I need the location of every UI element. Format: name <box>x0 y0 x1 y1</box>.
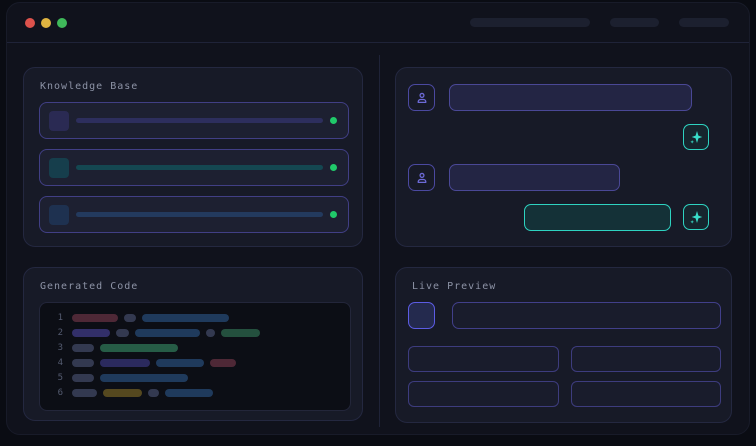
navbar <box>470 18 729 27</box>
code-token <box>116 329 129 337</box>
sparkle-icon <box>688 129 704 145</box>
line-number: 5 <box>49 373 63 383</box>
line-number: 1 <box>49 313 63 323</box>
user-message-bubble <box>449 84 692 111</box>
code-line: 4 <box>40 355 350 370</box>
window-titlebar <box>7 3 749 43</box>
nav-pill[interactable] <box>679 18 729 27</box>
preview-header-bar <box>452 302 721 329</box>
status-dot <box>330 117 337 124</box>
code-line: 3 <box>40 340 350 355</box>
source-icon <box>49 111 69 131</box>
user-avatar <box>408 164 435 191</box>
knowledge-base-list <box>39 102 349 233</box>
preview-card <box>571 346 721 372</box>
preview-card <box>408 346 559 372</box>
column-divider <box>379 55 380 427</box>
close-button[interactable] <box>25 18 35 28</box>
code-token <box>103 389 142 397</box>
code-token <box>206 329 215 337</box>
code-line: 5 <box>40 370 350 385</box>
code-token <box>100 344 178 352</box>
code-token <box>148 389 159 397</box>
code-token <box>72 374 94 382</box>
preview-card <box>571 381 721 407</box>
generate-button[interactable] <box>683 124 709 150</box>
line-number: 3 <box>49 343 63 353</box>
line-number: 4 <box>49 358 63 368</box>
nav-pill[interactable] <box>610 18 659 27</box>
code-token <box>72 329 110 337</box>
minimize-button[interactable] <box>41 18 51 28</box>
user-avatar <box>408 84 435 111</box>
progress-bar <box>76 118 323 123</box>
assistant-chat-panel <box>395 67 732 247</box>
assistant-reply-bubble <box>524 204 671 231</box>
code-token <box>135 329 200 337</box>
generated-code-panel: Generated Code 1 2 3 4 5 6 <box>23 267 363 421</box>
code-token <box>210 359 236 367</box>
nav-pill[interactable] <box>470 18 590 27</box>
live-preview-panel: Live Preview <box>395 267 732 423</box>
user-icon <box>415 171 429 185</box>
maximize-button[interactable] <box>57 18 67 28</box>
generate-button[interactable] <box>683 204 709 230</box>
code-line: 2 <box>40 325 350 340</box>
app-window: Knowledge Base Generated Code 1 2 3 4 5 6 <box>6 2 750 435</box>
panel-title: Generated Code <box>40 281 138 292</box>
status-dot <box>330 211 337 218</box>
code-line: 6 <box>40 385 350 400</box>
code-token <box>72 389 97 397</box>
code-token <box>72 314 118 322</box>
code-token <box>72 344 94 352</box>
sparkle-icon <box>688 209 704 225</box>
code-token <box>72 359 94 367</box>
source-icon <box>49 205 69 225</box>
knowledge-source-item[interactable] <box>39 149 349 186</box>
user-message-bubble <box>449 164 620 191</box>
preview-logo-square <box>408 302 435 329</box>
code-token <box>156 359 204 367</box>
code-line: 1 <box>40 310 350 325</box>
progress-bar <box>76 212 323 217</box>
code-token <box>124 314 136 322</box>
code-editor: 1 2 3 4 5 6 <box>39 302 351 411</box>
progress-bar <box>76 165 323 170</box>
code-token <box>142 314 229 322</box>
line-number: 6 <box>49 388 63 398</box>
code-token <box>165 389 213 397</box>
code-token <box>221 329 260 337</box>
panel-title: Knowledge Base <box>40 81 138 92</box>
knowledge-base-panel: Knowledge Base <box>23 67 363 247</box>
preview-card <box>408 381 559 407</box>
code-token <box>100 374 188 382</box>
status-dot <box>330 164 337 171</box>
panel-title: Live Preview <box>412 281 496 292</box>
line-number: 2 <box>49 328 63 338</box>
code-token <box>100 359 150 367</box>
knowledge-source-item[interactable] <box>39 196 349 233</box>
knowledge-source-item[interactable] <box>39 102 349 139</box>
source-icon <box>49 158 69 178</box>
user-icon <box>415 91 429 105</box>
traffic-lights <box>25 18 67 28</box>
